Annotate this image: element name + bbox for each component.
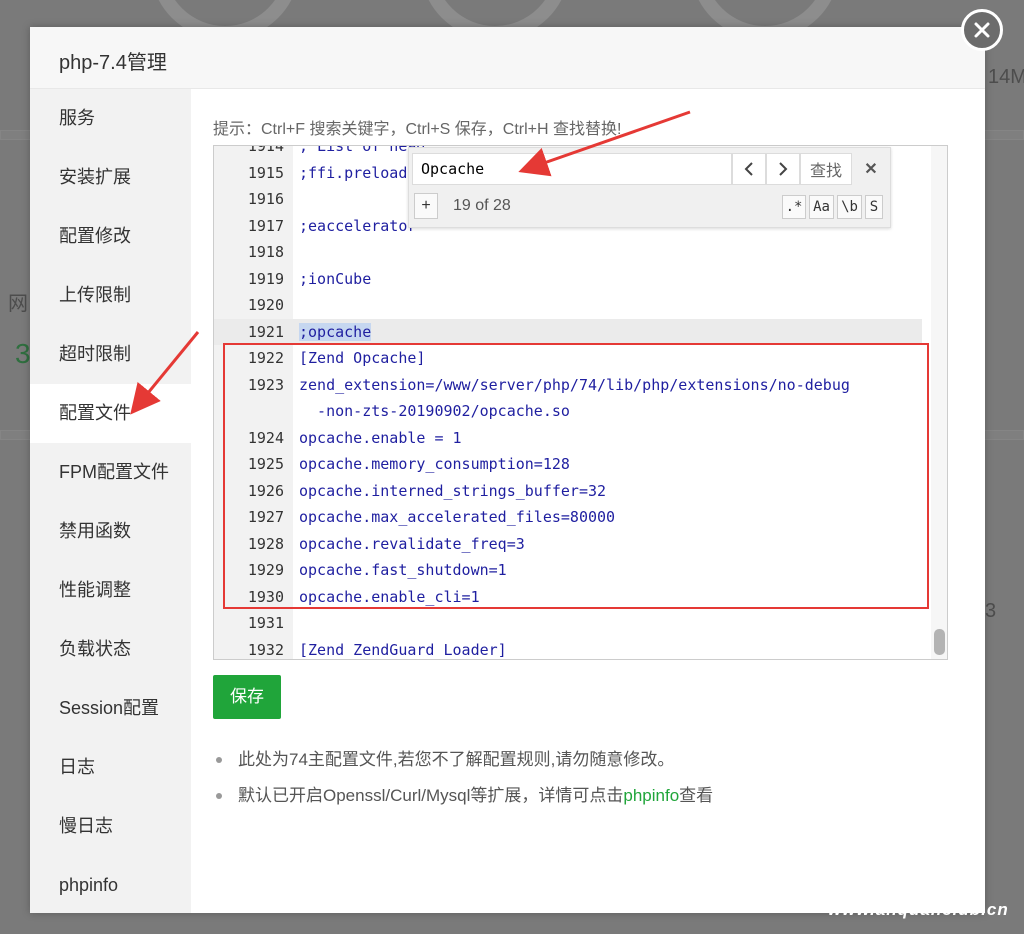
line-number: 1915 xyxy=(247,163,284,182)
chevron-right-icon xyxy=(779,162,788,176)
bg-label: 3 xyxy=(15,338,31,369)
dialog-title: php-7.4管理 xyxy=(59,52,167,74)
list-item: 此处为74主配置文件,若您不了解配置规则,请勿随意修改。 xyxy=(213,747,713,783)
code-text: ; List of head xyxy=(299,145,426,155)
save-button[interactable]: 保存 xyxy=(213,675,281,719)
shortcut-hint: 提示：Ctrl+F 搜索关键字，Ctrl+S 保存，Ctrl+H 查找替换! xyxy=(213,121,622,138)
find-prev-button[interactable] xyxy=(732,153,766,185)
sidebar-item-config-file[interactable]: 配置文件 xyxy=(30,384,191,443)
line-number: 1931 xyxy=(247,614,284,632)
match-count: 19 of 28 xyxy=(453,197,511,214)
sidebar-item-install-extension[interactable]: 安装扩展 xyxy=(30,148,191,207)
sidebar-item-service[interactable]: 服务 xyxy=(30,89,191,148)
chevron-left-icon xyxy=(744,162,753,176)
sidebar-item-fpm-config[interactable]: FPM配置文件 xyxy=(30,443,191,502)
code-line: 1919 ;ionCube xyxy=(214,266,922,293)
sidebar-item-config-modify[interactable]: 配置修改 xyxy=(30,207,191,266)
close-icon xyxy=(974,22,990,38)
close-search-button[interactable]: ✕ xyxy=(856,153,886,185)
bg-label: 14M xyxy=(988,66,1024,88)
notes-list: 此处为74主配置文件,若您不了解配置规则,请勿随意修改。 默认已开启Openss… xyxy=(213,747,713,819)
case-sensitive-toggle[interactable]: Aa xyxy=(809,195,834,219)
watermark: www.anquanclub.cn xyxy=(828,900,1009,919)
bullet-icon xyxy=(216,793,222,799)
note-text: 默认已开启Openssl/Curl/Mysql等扩展，详情可点击 xyxy=(238,786,624,805)
code-line: 1932 [Zend ZendGuard Loader] xyxy=(214,637,922,660)
bullet-icon xyxy=(216,757,222,763)
line-number: 1921 xyxy=(247,322,284,341)
code-text: [Zend ZendGuard Loader] xyxy=(299,640,507,659)
code-text: ;opcache xyxy=(299,319,372,346)
code-text: ;ionCube xyxy=(299,269,372,288)
toggle-replace-button[interactable]: + xyxy=(414,193,438,219)
sidebar-item-phpinfo[interactable]: phpinfo xyxy=(30,856,191,915)
close-dialog-button[interactable] xyxy=(961,9,1003,51)
regex-toggle[interactable]: .* xyxy=(782,195,806,219)
note-text: 此处为74主配置文件,若您不了解配置规则,请勿随意修改。 xyxy=(238,750,675,769)
list-item: 默认已开启Openssl/Curl/Mysql等扩展，详情可点击phpinfo查… xyxy=(213,783,713,819)
sidebar-item-disabled-functions[interactable]: 禁用函数 xyxy=(30,502,191,561)
sidebar-item-slow-log[interactable]: 慢日志 xyxy=(30,797,191,856)
search-match-highlight: opcache xyxy=(308,322,372,341)
code-line: 1920 xyxy=(214,292,922,319)
line-number: 1932 xyxy=(247,640,284,659)
sidebar: 服务 安装扩展 配置修改 上传限制 超时限制 配置文件 FPM配置文件 禁用函数… xyxy=(30,89,191,913)
code-line: 1931 xyxy=(214,610,922,637)
dialog-header: php-7.4管理 xyxy=(30,27,985,89)
code-prefix: ; xyxy=(299,322,309,341)
line-number: 1920 xyxy=(247,296,284,314)
line-number: 1914 xyxy=(247,145,284,155)
code-text: ;eaccelerator xyxy=(299,216,417,235)
editor-scrollbar[interactable] xyxy=(931,146,947,659)
search-input[interactable]: Opcache xyxy=(412,153,732,185)
sidebar-item-performance[interactable]: 性能调整 xyxy=(30,561,191,620)
code-line: 1921 ;opcache xyxy=(214,318,922,346)
scrollbar-thumb[interactable] xyxy=(934,629,945,655)
sidebar-item-timeout-limit[interactable]: 超时限制 xyxy=(30,325,191,384)
bg-label: 3 xyxy=(985,600,997,622)
find-next-button[interactable] xyxy=(766,153,800,185)
code-text: ;ffi.preload= xyxy=(299,163,417,182)
search-selection-toggle[interactable]: S xyxy=(865,195,883,219)
sidebar-item-log[interactable]: 日志 xyxy=(30,738,191,797)
sidebar-item-upload-limit[interactable]: 上传限制 xyxy=(30,266,191,325)
annotation-box xyxy=(223,343,929,609)
phpinfo-link[interactable]: phpinfo xyxy=(623,786,679,805)
note-text: 查看 xyxy=(679,786,714,805)
line-number: 1919 xyxy=(247,269,284,288)
sidebar-item-session[interactable]: Session配置 xyxy=(30,679,191,738)
search-panel: Opcache 查找 ✕ + 19 of 28 .* Aa \b S xyxy=(408,147,891,228)
whole-word-toggle[interactable]: \b xyxy=(837,195,862,219)
find-button[interactable]: 查找 xyxy=(800,153,852,185)
line-number: 1918 xyxy=(247,243,284,261)
code-line: 1918 xyxy=(214,239,922,266)
line-number: 1917 xyxy=(247,216,284,235)
sidebar-item-load-status[interactable]: 负载状态 xyxy=(30,620,191,679)
bg-label: 网 xyxy=(8,293,28,315)
line-number: 1916 xyxy=(247,190,284,208)
